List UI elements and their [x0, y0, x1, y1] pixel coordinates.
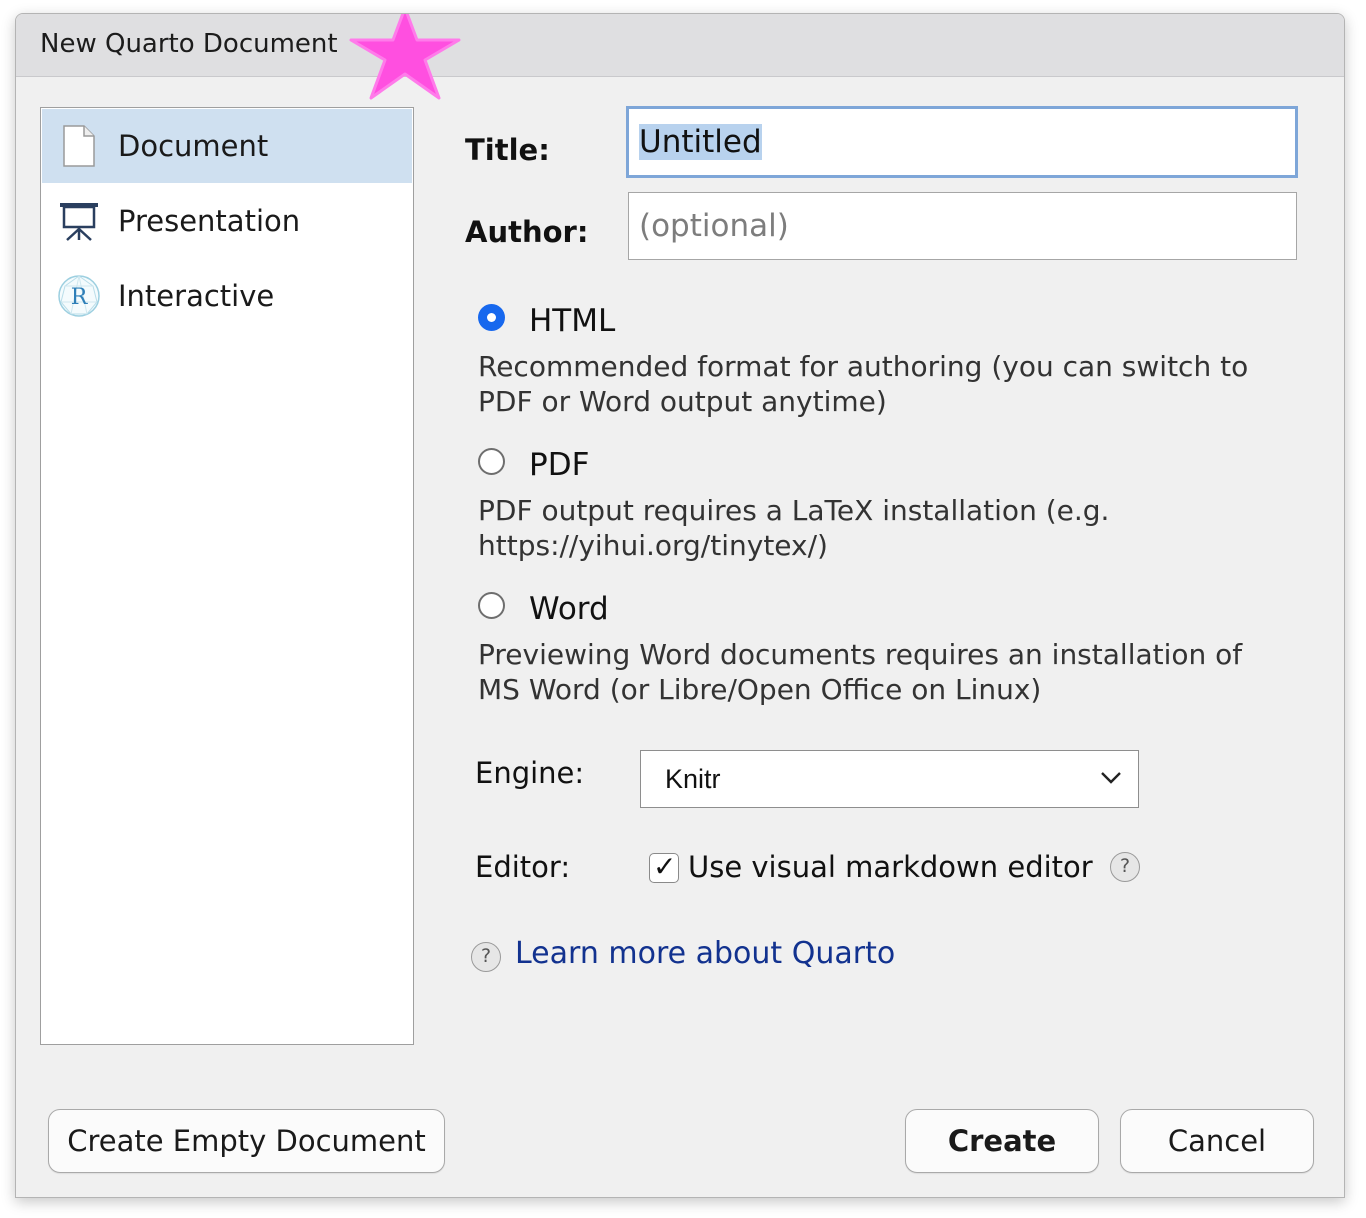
type-item-label: Presentation — [118, 204, 301, 238]
radio-pdf[interactable] — [478, 448, 505, 475]
author-input[interactable] — [628, 192, 1297, 260]
chevron-down-icon — [1101, 772, 1121, 784]
dialog-titlebar[interactable]: New Quarto Document — [16, 14, 1344, 77]
svg-text:R: R — [71, 285, 89, 310]
document-icon — [56, 123, 102, 169]
radio-word[interactable] — [478, 592, 505, 619]
format-word-desc-line: Previewing Word documents requires an in… — [478, 638, 1243, 671]
visual-editor-checkbox[interactable]: ✓ — [649, 850, 679, 883]
cancel-button[interactable]: Cancel — [1120, 1109, 1314, 1173]
visual-editor-label[interactable]: Use visual markdown editor — [688, 850, 1093, 884]
new-quarto-document-dialog: New Quarto Document Document Presentatio… — [15, 13, 1345, 1198]
create-empty-document-button[interactable]: Create Empty Document — [48, 1109, 445, 1173]
author-label: Author: — [465, 215, 589, 249]
format-pdf-label: PDF — [529, 447, 590, 483]
engine-select[interactable]: Knitr — [640, 750, 1139, 808]
engine-select-value: Knitr — [665, 764, 721, 794]
type-item-label: Document — [118, 129, 269, 163]
learn-more-link[interactable]: Learn more about Quarto — [515, 936, 895, 971]
star-annotation-icon — [349, 14, 461, 100]
presentation-icon — [56, 198, 102, 244]
format-html-label: HTML — [529, 303, 616, 339]
format-html-desc-line: Recommended format for authoring (you ca… — [478, 350, 1249, 383]
format-word-label: Word — [529, 591, 609, 627]
r-shiny-icon: R — [56, 273, 102, 319]
editor-label: Editor: — [475, 850, 571, 884]
type-item-label: Interactive — [118, 279, 275, 313]
help-icon[interactable]: ? — [1110, 852, 1140, 882]
create-button[interactable]: Create — [905, 1109, 1099, 1173]
format-html-description: Recommended format for authoring (you ca… — [478, 349, 1298, 419]
help-icon: ? — [471, 942, 501, 972]
type-item-document[interactable]: Document — [42, 109, 412, 183]
format-pdf-desc-line: https://yihui.org/tinytex/) — [478, 529, 828, 562]
type-item-interactive[interactable]: R Interactive — [42, 259, 412, 333]
title-input[interactable] — [626, 106, 1298, 178]
format-pdf-description: PDF output requires a LaTeX installation… — [478, 493, 1298, 563]
format-html-desc-line: PDF or Word output anytime) — [478, 385, 887, 418]
radio-html[interactable] — [478, 304, 505, 331]
type-item-presentation[interactable]: Presentation — [42, 184, 412, 258]
checkmark-icon: ✓ — [653, 850, 677, 883]
format-word-desc-line: MS Word (or Libre/Open Office on Linux) — [478, 673, 1042, 706]
title-label: Title: — [465, 133, 550, 167]
format-word-description: Previewing Word documents requires an in… — [478, 637, 1298, 707]
document-type-list: Document Presentation R Interactive — [40, 107, 414, 1045]
dialog-title: New Quarto Document — [40, 29, 338, 59]
engine-label: Engine: — [475, 756, 585, 790]
format-pdf-desc-line: PDF output requires a LaTeX installation… — [478, 494, 1110, 527]
